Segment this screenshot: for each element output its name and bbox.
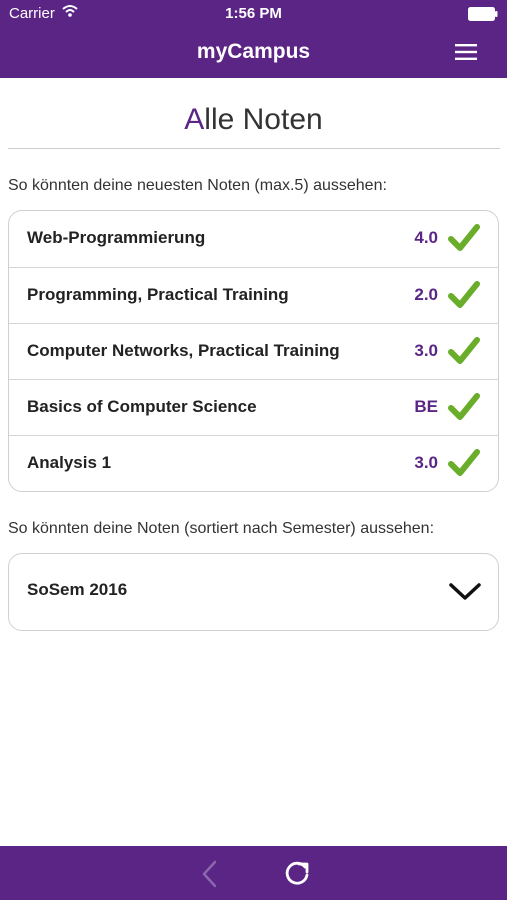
bottom-toolbar (0, 846, 507, 900)
chevron-down-icon[interactable] (448, 582, 482, 607)
nav-bar: myCampus (0, 28, 507, 78)
status-bar: Carrier 1:56 PM (0, 0, 507, 28)
chevron-left-icon[interactable] (200, 859, 220, 894)
status-time: 1:56 PM (225, 5, 282, 22)
course-name: Web-Programmierung (27, 228, 206, 247)
checkmark-icon (448, 392, 480, 427)
page-title-initial: A (184, 103, 205, 136)
top-bar: Carrier 1:56 PM myCampus (0, 0, 507, 78)
grade-row[interactable]: Web-Programmierung 4.0 (9, 211, 498, 267)
checkmark-icon (448, 280, 480, 315)
course-name: Programming, Practical Training (27, 285, 289, 304)
recent-grades-card: Web-Programmierung 4.0 Programming, Prac… (8, 210, 499, 492)
checkmark-icon (448, 336, 480, 371)
grade-value: BE (414, 397, 438, 416)
page-title-rest: lle Noten (204, 103, 323, 136)
grade-value: 2.0 (414, 285, 438, 304)
grade-value: 4.0 (414, 228, 438, 247)
semester-accordion-item[interactable]: SoSem 2016 (9, 554, 498, 630)
semester-grades-label: So könnten deine Noten (sortiert nach Se… (8, 520, 435, 537)
grade-value: 3.0 (414, 341, 438, 360)
course-name: Basics of Computer Science (27, 397, 257, 416)
hamburger-menu-icon[interactable] (455, 43, 477, 66)
semester-label: SoSem 2016 (27, 580, 128, 599)
course-name: Computer Networks, Practical Training (27, 341, 340, 360)
grade-row[interactable]: Computer Networks, Practical Training 3.… (9, 323, 498, 379)
checkmark-icon (448, 223, 480, 258)
app-title: myCampus (196, 40, 311, 63)
reload-icon[interactable] (283, 858, 311, 893)
grade-value: 3.0 (414, 453, 438, 472)
recent-grades-label: So könnten deine neuesten Noten (max.5) … (8, 177, 387, 194)
grade-row[interactable]: Analysis 1 3.0 (9, 435, 498, 491)
page-title: Alle Noten (0, 103, 507, 137)
title-divider (8, 148, 500, 149)
semester-card: SoSem 2016 (8, 553, 499, 631)
grade-row[interactable]: Basics of Computer Science BE (9, 379, 498, 435)
grade-row[interactable]: Programming, Practical Training 2.0 (9, 267, 498, 323)
battery-icon (468, 7, 498, 25)
course-name: Analysis 1 (27, 453, 112, 472)
checkmark-icon (448, 448, 480, 483)
